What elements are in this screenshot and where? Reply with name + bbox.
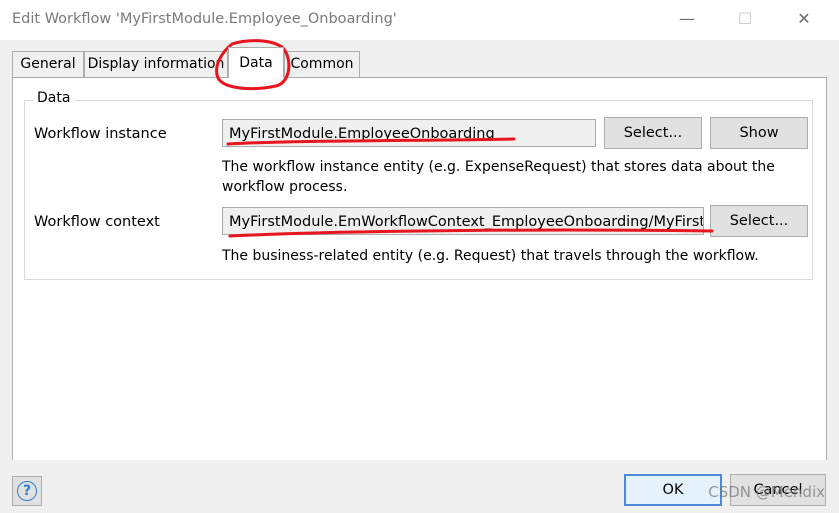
workflow-instance-label: Workflow instance (34, 126, 167, 142)
help-button[interactable]: ? (12, 476, 42, 506)
edit-workflow-dialog: Edit Workflow 'MyFirstModule.Employee_On… (0, 0, 839, 513)
workflow-instance-select-button[interactable]: Select... (604, 117, 702, 149)
workflow-context-help: The business-related entity (e.g. Reques… (222, 248, 759, 264)
tab-general[interactable]: General (12, 51, 84, 77)
help-icon: ? (17, 481, 37, 501)
minimize-button[interactable]: — (674, 8, 700, 30)
tab-display-information[interactable]: Display information (84, 51, 228, 77)
watermark: CSDN @Mendix (708, 483, 825, 501)
workflow-instance-help: The workflow instance entity (e.g. Expen… (222, 159, 775, 195)
close-button[interactable]: ✕ (791, 8, 817, 30)
tab-data[interactable]: Data (228, 47, 284, 78)
workflow-instance-show-button[interactable]: Show (710, 117, 808, 149)
maximize-button: ☐ (737, 9, 753, 28)
workflow-context-select-button[interactable]: Select... (710, 205, 808, 237)
workflow-context-label: Workflow context (34, 214, 160, 230)
workflow-context-field[interactable]: MyFirstModule.EmWorkflowContext_Employee… (222, 207, 704, 235)
data-group-label: Data (33, 90, 75, 106)
tab-panel-data: Data Workflow instance MyFirstModule.Emp… (12, 77, 827, 462)
workflow-instance-field[interactable]: MyFirstModule.EmployeeOnboarding (222, 119, 596, 147)
title-bar: Edit Workflow 'MyFirstModule.Employee_On… (0, 0, 839, 40)
window-title: Edit Workflow 'MyFirstModule.Employee_On… (12, 11, 397, 27)
data-group: Data Workflow instance MyFirstModule.Emp… (24, 90, 813, 280)
tab-common[interactable]: Common (284, 51, 360, 77)
